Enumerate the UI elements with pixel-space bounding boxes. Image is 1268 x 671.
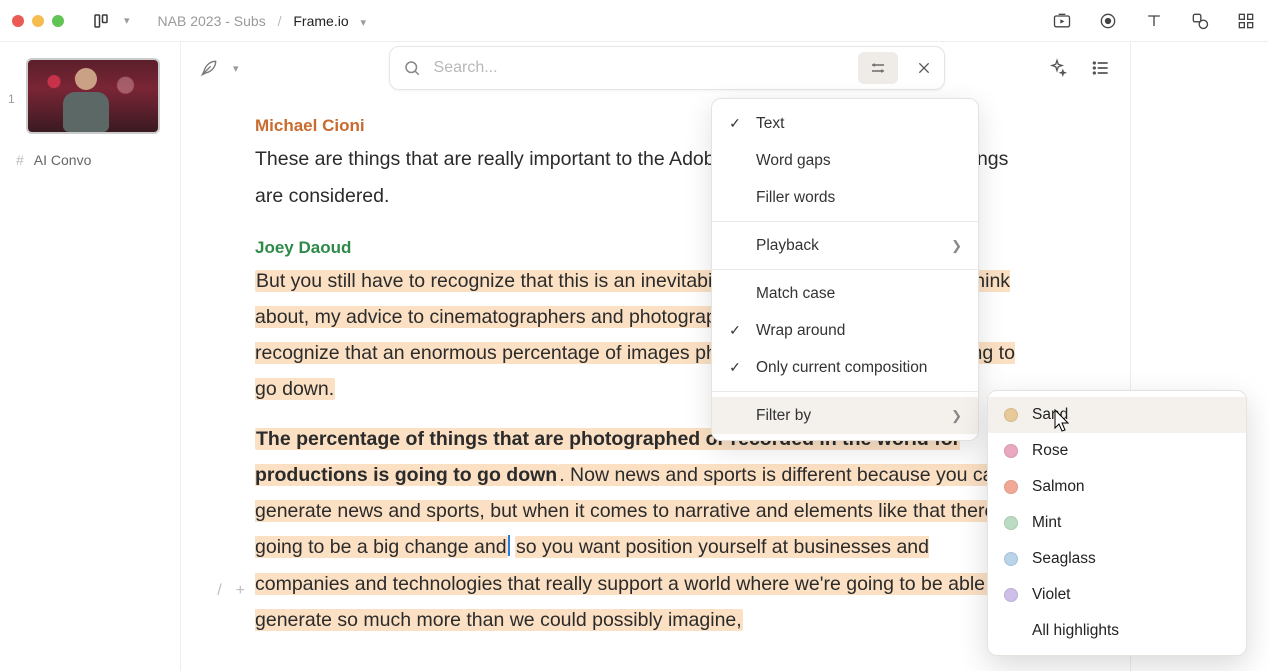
zoom-window-button[interactable] [52, 15, 64, 27]
compose-button[interactable]: ▾ [199, 58, 239, 78]
clip-thumbnail[interactable]: 1 [26, 58, 164, 134]
color-option-label: Salmon [1032, 478, 1085, 496]
menu-item-filler-words[interactable]: Filler words [712, 179, 978, 216]
text-icon[interactable] [1144, 11, 1164, 31]
color-swatch-icon [1004, 408, 1018, 422]
sidebar: 1 # AI Convo [0, 42, 181, 671]
breadcrumb[interactable]: NAB 2023 - Subs / Frame.io ▾ [158, 13, 367, 29]
clip-index: 1 [8, 92, 15, 106]
list-icon[interactable] [1090, 57, 1112, 79]
search-icon [390, 59, 434, 77]
menu-item-label: Word gaps [756, 152, 962, 170]
grid-icon[interactable] [1236, 11, 1256, 31]
hash-icon: # [16, 152, 24, 168]
menu-item-match-case[interactable]: Match case [712, 275, 978, 312]
titlebar: ▾ NAB 2023 - Subs / Frame.io ▾ [0, 0, 1268, 42]
color-option-mint[interactable]: Mint [988, 505, 1246, 541]
editor-toolbar: ▾ [181, 42, 1130, 94]
color-option-label: Mint [1032, 514, 1061, 532]
chevron-right-icon: ❯ [951, 408, 962, 424]
color-option-sand[interactable]: Sand [988, 397, 1246, 433]
chevron-down-icon[interactable]: ▾ [361, 17, 367, 29]
menu-item-label: Text [756, 115, 962, 133]
menu-item-label: Wrap around [756, 322, 962, 340]
color-swatch-icon [1004, 516, 1018, 530]
breadcrumb-leaf[interactable]: Frame.io [293, 13, 348, 29]
check-icon: ✓ [726, 322, 744, 339]
line-gutter: / + [181, 582, 255, 600]
app-logo[interactable]: ▾ [92, 12, 130, 30]
menu-separator [712, 391, 978, 392]
menu-item-text[interactable]: ✓ Text [712, 105, 978, 142]
check-icon: ✓ [726, 115, 744, 132]
menu-item-label: Filter by [756, 407, 939, 425]
sparkle-icon[interactable] [1046, 57, 1068, 79]
menu-item-label: Filler words [756, 189, 962, 207]
breadcrumb-parent[interactable]: NAB 2023 - Subs [158, 13, 266, 29]
color-option-rose[interactable]: Rose [988, 433, 1246, 469]
search-input[interactable] [434, 59, 858, 77]
search-close-button[interactable] [904, 60, 944, 76]
gutter-plus-icon[interactable]: + [236, 582, 245, 600]
search-filter-button[interactable] [858, 52, 898, 84]
check-icon: ✓ [726, 359, 744, 376]
color-swatch-icon [1004, 588, 1018, 602]
color-option-all[interactable]: All highlights [988, 613, 1246, 649]
color-option-label: Rose [1032, 442, 1068, 460]
color-option-violet[interactable]: Violet [988, 577, 1246, 613]
menu-item-label: Match case [756, 285, 962, 303]
thumbnail-image [26, 58, 160, 134]
record-icon[interactable] [1098, 11, 1118, 31]
chevron-down-icon: ▾ [124, 14, 130, 27]
sidebar-item-label: AI Convo [34, 152, 92, 168]
menu-item-filter-by[interactable]: Filter by ❯ [712, 397, 978, 434]
menu-item-word-gaps[interactable]: Word gaps [712, 142, 978, 179]
shapes-icon[interactable] [1190, 11, 1210, 31]
color-option-label: Violet [1032, 586, 1071, 604]
search-filter-menu: ✓ Text Word gaps Filler words Playback ❯… [711, 98, 979, 441]
media-icon[interactable] [1052, 11, 1072, 31]
chevron-right-icon: ❯ [951, 238, 962, 254]
filter-by-submenu: Sand Rose Salmon Mint Seaglass Violet All high… [987, 390, 1247, 656]
chevron-down-icon: ▾ [233, 62, 239, 75]
close-window-button[interactable] [12, 15, 24, 27]
menu-item-playback[interactable]: Playback ❯ [712, 227, 978, 264]
paragraph[interactable]: The percentage of things that are photog… [255, 421, 1025, 637]
menu-separator [712, 269, 978, 270]
menu-separator [712, 221, 978, 222]
color-swatch-icon [1004, 552, 1018, 566]
menu-item-only-current[interactable]: ✓ Only current composition [712, 349, 978, 386]
color-option-seaglass[interactable]: Seaglass [988, 541, 1246, 577]
color-swatch-icon [1004, 480, 1018, 494]
gutter-slash-icon[interactable]: / [217, 582, 221, 600]
menu-item-wrap-around[interactable]: ✓ Wrap around [712, 312, 978, 349]
color-option-label: Sand [1032, 406, 1068, 424]
window-controls [12, 15, 64, 27]
search-bar [389, 46, 945, 90]
editor-main: ▾ Michael Cioni These are th [181, 42, 1131, 671]
minimize-window-button[interactable] [32, 15, 44, 27]
text-cursor [508, 535, 510, 556]
top-right-tools [1052, 11, 1256, 31]
color-option-salmon[interactable]: Salmon [988, 469, 1246, 505]
sidebar-item-ai-convo[interactable]: # AI Convo [8, 148, 172, 172]
menu-item-label: Playback [756, 237, 939, 255]
color-option-label: Seaglass [1032, 550, 1096, 568]
breadcrumb-separator: / [278, 13, 282, 29]
color-swatch-icon [1004, 444, 1018, 458]
menu-item-label: Only current composition [756, 359, 962, 377]
